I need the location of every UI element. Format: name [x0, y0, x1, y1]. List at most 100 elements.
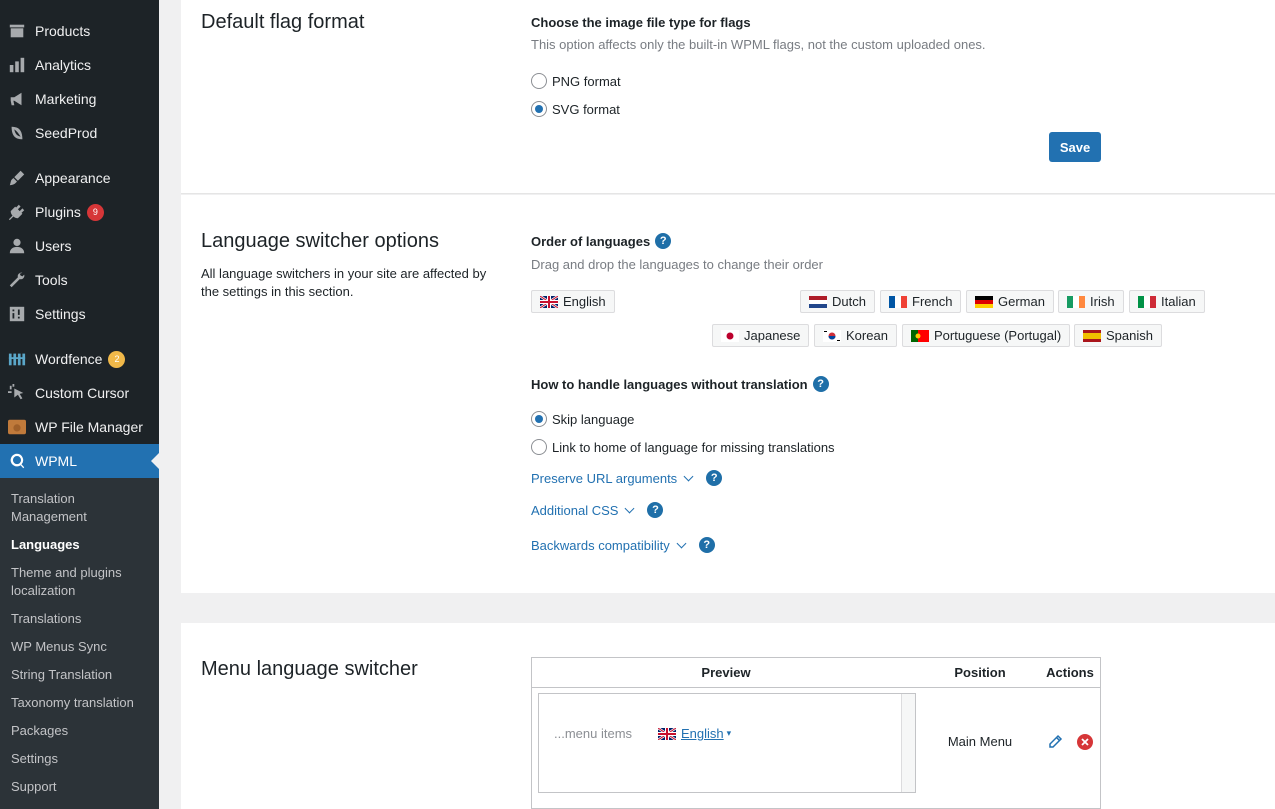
preview-scrollbar[interactable] — [901, 694, 915, 792]
svg-format-radio[interactable] — [531, 101, 547, 117]
sidebar-item-settings[interactable]: Settings — [0, 297, 159, 331]
korea-flag-icon — [823, 329, 841, 342]
flag-format-title: Default flag format — [201, 11, 365, 33]
link-home-radio[interactable] — [531, 439, 547, 455]
flag-format-section: Default flag format Choose the image fil… — [181, 0, 1275, 194]
sidebar-item-label: Appearance — [35, 170, 111, 186]
delete-icon[interactable] — [1076, 733, 1094, 751]
seedprod-icon — [7, 123, 27, 143]
products-icon — [7, 21, 27, 41]
sidebar-item-label: WP File Manager — [35, 419, 143, 435]
sidebar-item-analytics[interactable]: Analytics — [0, 48, 159, 82]
sidebar-item-plugins[interactable]: Plugins 9 — [0, 195, 159, 229]
sidebar-item-marketing[interactable]: Marketing — [0, 82, 159, 116]
submenu-languages[interactable]: Languages — [11, 536, 151, 554]
marketing-icon — [7, 89, 27, 109]
edit-pencil-icon[interactable] — [1046, 733, 1064, 751]
language-chip-korean[interactable]: Korean — [814, 324, 897, 347]
menu-language-switcher-section: Menu language switcher Preview Position … — [181, 623, 1275, 809]
sidebar-item-label: WPML — [35, 453, 77, 469]
language-chip-italian[interactable]: Italian — [1129, 290, 1205, 313]
help-icon[interactable]: ? — [698, 537, 715, 553]
col-actions-header: Actions — [1046, 665, 1094, 680]
portugal-flag-icon — [911, 329, 929, 342]
sidebar-item-label: Tools — [35, 272, 68, 288]
submenu-taxonomy-translation[interactable]: Taxonomy translation — [11, 694, 151, 712]
submenu-theme-plugins-localization[interactable]: Theme and plugins localization — [11, 564, 151, 600]
missing-translation-label: How to handle languages without translat… — [531, 376, 829, 392]
help-icon[interactable]: ? — [706, 470, 723, 486]
save-button[interactable]: Save — [1049, 132, 1101, 162]
language-chip-portuguese[interactable]: Portuguese (Portugal) — [902, 324, 1071, 347]
sidebar-item-tools[interactable]: Tools — [0, 263, 159, 297]
appearance-icon — [7, 168, 27, 188]
admin-sidebar: Products Analytics Marketing SeedProd Ap… — [0, 0, 159, 809]
sidebar-item-seedprod[interactable]: SeedProd — [0, 116, 159, 150]
sidebar-item-label: Plugins — [35, 204, 81, 220]
svg-format-option[interactable]: SVG format — [531, 101, 620, 117]
menu-position-value: Main Menu — [947, 734, 1013, 749]
sidebar-item-appearance[interactable]: Appearance — [0, 161, 159, 195]
language-chip-spanish[interactable]: Spanish — [1074, 324, 1162, 347]
link-home-option[interactable]: Link to home of language for missing tra… — [531, 439, 835, 455]
sidebar-item-custom-cursor[interactable]: Custom Cursor — [0, 376, 159, 410]
flag-format-hint: This option affects only the built-in WP… — [531, 37, 986, 52]
submenu-translations[interactable]: Translations — [11, 610, 151, 628]
additional-css-toggle[interactable]: Additional CSS ? — [531, 502, 664, 518]
switcher-options-title: Language switcher options — [201, 230, 439, 252]
tools-icon — [7, 270, 27, 290]
sidebar-item-wp-file-manager[interactable]: WP File Manager — [0, 410, 159, 444]
png-format-option[interactable]: PNG format — [531, 73, 621, 89]
help-icon[interactable]: ? — [655, 233, 672, 249]
netherlands-flag-icon — [809, 295, 827, 308]
submenu-string-translation[interactable]: String Translation — [11, 666, 151, 684]
preview-menu-items: ...menu items — [554, 726, 633, 741]
skip-language-radio[interactable] — [531, 411, 547, 427]
wpml-icon — [7, 451, 27, 471]
users-icon — [7, 236, 27, 256]
chevron-down-icon — [676, 538, 687, 548]
sidebar-item-wpml[interactable]: WPML — [0, 444, 159, 478]
wordfence-icon — [7, 349, 27, 369]
japan-flag-icon — [721, 329, 739, 342]
flag-format-label: Choose the image file type for flags — [531, 15, 751, 30]
file-manager-icon — [7, 417, 27, 437]
sidebar-item-label: Analytics — [35, 57, 92, 73]
language-chip-german[interactable]: German — [966, 290, 1054, 313]
sidebar-item-wordfence[interactable]: Wordfence 2 — [0, 342, 159, 376]
sidebar-item-label: Marketing — [35, 91, 97, 107]
language-switcher-options-section: Language switcher options All language s… — [181, 195, 1275, 593]
active-indicator — [151, 453, 159, 469]
language-chip-dutch[interactable]: Dutch — [800, 290, 875, 313]
help-icon[interactable]: ? — [647, 502, 664, 518]
sidebar-item-products[interactable]: Products — [0, 14, 159, 48]
preview-language-link[interactable]: English ▾ — [658, 726, 731, 741]
submenu-wp-menus-sync[interactable]: WP Menus Sync — [11, 638, 151, 656]
table-header-divider — [532, 687, 1100, 688]
skip-language-option[interactable]: Skip language — [531, 411, 634, 427]
help-icon[interactable]: ? — [812, 376, 829, 392]
wordfence-alert-badge: 2 — [108, 350, 126, 368]
sidebar-item-label: Wordfence — [35, 351, 103, 367]
order-of-languages-hint: Drag and drop the languages to change th… — [531, 257, 823, 272]
germany-flag-icon — [975, 295, 993, 308]
submenu-support[interactable]: Support — [11, 778, 151, 796]
menu-switcher-title: Menu language switcher — [201, 658, 418, 680]
language-chip-english[interactable]: English — [531, 290, 615, 313]
menu-preview-box: ...menu items English ▾ — [538, 693, 916, 793]
language-chip-japanese[interactable]: Japanese — [712, 324, 810, 347]
preserve-url-arguments-toggle[interactable]: Preserve URL arguments ? — [531, 470, 723, 486]
png-format-radio[interactable] — [531, 73, 547, 89]
language-chip-french[interactable]: French — [880, 290, 962, 313]
spain-flag-icon — [1083, 329, 1101, 342]
submenu-settings[interactable]: Settings — [11, 750, 151, 768]
language-chip-irish[interactable]: Irish — [1058, 290, 1124, 313]
chevron-down-icon — [683, 471, 694, 481]
backwards-compatibility-toggle[interactable]: Backwards compatibility ? — [531, 537, 715, 553]
sidebar-item-label: Custom Cursor — [35, 385, 130, 401]
sidebar-item-users[interactable]: Users — [0, 229, 159, 263]
wpml-submenu: Translation Management Languages Theme a… — [0, 478, 159, 809]
plugins-icon — [7, 202, 27, 222]
submenu-translation-management[interactable]: Translation Management — [11, 490, 151, 526]
submenu-packages[interactable]: Packages — [11, 722, 151, 740]
